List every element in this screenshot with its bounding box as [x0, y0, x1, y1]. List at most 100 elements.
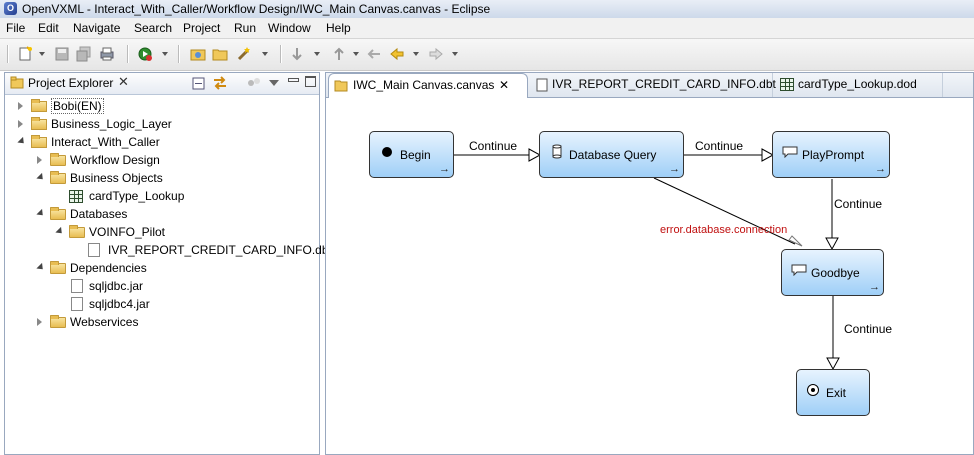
tree-item-business-objects[interactable]: Business Objects [34, 169, 314, 187]
tree-item-webservices[interactable]: Webservices [34, 313, 314, 331]
edge-label-error[interactable]: error.database.connection [660, 224, 787, 236]
run-dropdown-icon[interactable] [162, 52, 168, 56]
save-icon[interactable] [54, 46, 70, 62]
explorer-title[interactable]: Project Explorer [28, 76, 113, 90]
next-annotation-icon[interactable] [289, 46, 305, 62]
expand-icon[interactable] [37, 318, 42, 326]
wand-dropdown-icon[interactable] [262, 52, 268, 56]
edge-label-continue[interactable]: Continue [834, 197, 882, 211]
tree-item-ivr-report-dbt[interactable]: IVR_REPORT_CREDIT_CARD_INFO.dbt [72, 241, 332, 259]
menu-help[interactable]: Help [326, 21, 351, 35]
new-dropdown-icon[interactable] [39, 52, 45, 56]
maximize-icon[interactable] [305, 76, 316, 87]
open-folder-icon[interactable] [212, 46, 228, 62]
arrowhead-icon [788, 235, 803, 247]
collapse-icon[interactable] [36, 208, 46, 219]
expand-icon[interactable] [18, 102, 23, 110]
tree-item-sqljdbc4-jar[interactable]: sqljdbc4.jar [53, 295, 313, 313]
minimize-icon[interactable] [288, 78, 299, 82]
filter-icon[interactable] [247, 77, 261, 89]
prev-annotation-dropdown-icon[interactable] [353, 52, 359, 56]
tree-label: sqljdbc4.jar [89, 297, 150, 311]
close-icon[interactable]: ✕ [118, 74, 129, 90]
folder-icon [50, 207, 66, 220]
last-edit-icon[interactable] [366, 46, 382, 62]
tree-item-voinfo-pilot[interactable]: VOINFO_Pilot [53, 223, 313, 241]
tree-item-cardtype-lookup[interactable]: cardType_Lookup [53, 187, 313, 205]
tree-item-interact-with-caller[interactable]: Interact_With_Caller [15, 133, 315, 151]
wand-icon[interactable] [236, 46, 252, 62]
tree-label: IVR_REPORT_CREDIT_CARD_INFO.dbt [108, 243, 332, 257]
save-all-icon[interactable] [76, 46, 92, 62]
view-menu-icon[interactable] [269, 80, 279, 86]
tree-item-bobi[interactable]: Bobi(EN) [15, 97, 315, 115]
tree-label: cardType_Lookup [89, 189, 185, 203]
print-icon[interactable] [99, 46, 115, 62]
collapse-icon[interactable] [17, 136, 27, 147]
tree-item-databases[interactable]: Databases [34, 205, 314, 223]
node-playprompt[interactable]: PlayPrompt → [772, 131, 890, 178]
tree-label: Interact_With_Caller [51, 135, 160, 149]
next-annotation-dropdown-icon[interactable] [314, 52, 320, 56]
node-goodbye[interactable]: Goodbye → [781, 249, 884, 296]
toolbar-separator [178, 45, 180, 63]
prev-annotation-icon[interactable] [331, 46, 347, 62]
file-icon [88, 243, 100, 257]
node-label: PlayPrompt [802, 148, 865, 162]
window-title: OpenVXML - Interact_With_Caller/Workflow… [22, 2, 491, 16]
folder-icon [69, 225, 85, 238]
jar-file-icon [71, 279, 83, 293]
menu-file[interactable]: File [6, 21, 25, 35]
folder-icon [50, 153, 66, 166]
menu-edit[interactable]: Edit [38, 21, 59, 35]
back-dropdown-icon[interactable] [413, 52, 419, 56]
jar-file-icon [71, 297, 83, 311]
menu-project[interactable]: Project [183, 21, 220, 35]
collapse-icon[interactable] [55, 226, 65, 237]
edge-label-continue[interactable]: Continue [695, 139, 743, 153]
forward-icon[interactable] [428, 46, 444, 62]
tree-label: Databases [70, 207, 128, 221]
expand-icon[interactable] [18, 120, 23, 128]
node-begin[interactable]: Begin → [369, 131, 454, 178]
tree-label: Webservices [70, 315, 139, 329]
tree-label: Business_Logic_Layer [51, 117, 172, 131]
corner-arrow-icon: → [875, 163, 886, 175]
node-database-query[interactable]: Database Query → [539, 131, 684, 178]
folder-icon [50, 261, 66, 274]
menu-run[interactable]: Run [234, 21, 256, 35]
tree-item-business-logic-layer[interactable]: Business_Logic_Layer [15, 115, 315, 133]
menu-navigate[interactable]: Navigate [73, 21, 120, 35]
menu-search[interactable]: Search [134, 21, 172, 35]
speech-bubble-icon [791, 264, 807, 276]
tree-item-workflow-design[interactable]: Workflow Design [34, 151, 314, 169]
tree-item-dependencies[interactable]: Dependencies [34, 259, 314, 277]
expand-icon[interactable] [37, 156, 42, 164]
table-icon [69, 190, 83, 203]
node-label: Goodbye [811, 266, 860, 280]
tree-label: sqljdbc.jar [89, 279, 144, 293]
edge-label-continue[interactable]: Continue [844, 322, 892, 336]
corner-arrow-icon: → [439, 163, 450, 175]
collapse-icon[interactable] [36, 262, 46, 273]
project-explorer: Project Explorer ✕ Bobi(EN) Business_Log… [4, 72, 332, 455]
node-label: Database Query [569, 148, 657, 162]
forward-dropdown-icon[interactable] [452, 52, 458, 56]
node-exit[interactable]: Exit [796, 369, 870, 416]
open-type-icon[interactable] [190, 46, 206, 62]
back-icon[interactable] [389, 46, 405, 62]
tree-label: Bobi(EN) [51, 98, 104, 114]
collapse-icon[interactable] [36, 172, 46, 183]
tree-label: VOINFO_Pilot [89, 225, 166, 239]
begin-dot-icon [382, 147, 392, 157]
run-icon[interactable] [137, 46, 153, 62]
folder-icon [50, 315, 66, 328]
database-icon [552, 144, 562, 159]
collapse-all-icon[interactable] [192, 77, 205, 90]
link-editor-icon[interactable] [212, 76, 228, 90]
new-icon[interactable] [18, 46, 34, 62]
edge-label-continue[interactable]: Continue [469, 139, 517, 153]
tree-item-sqljdbc-jar[interactable]: sqljdbc.jar [53, 277, 313, 295]
menu-window[interactable]: Window [268, 21, 311, 35]
canvas-editor: IWC_Main Canvas.canvas ✕ IVR_REPORT_CRED… [325, 72, 974, 455]
